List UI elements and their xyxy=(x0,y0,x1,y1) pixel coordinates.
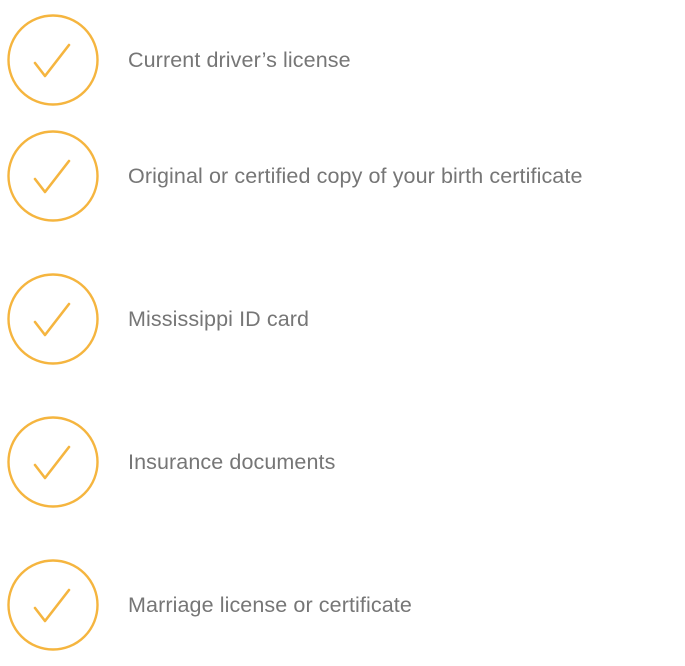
checklist-item-label: Original or certified copy of your birth… xyxy=(128,164,583,188)
checklist-item-label: Current driver’s license xyxy=(128,48,351,72)
checkmark-circle-icon xyxy=(7,273,99,365)
checkmark-circle-icon xyxy=(7,559,99,651)
checklist-item: Original or certified copy of your birth… xyxy=(7,130,685,222)
checkmark-circle-icon xyxy=(7,130,99,222)
checklist-item-label: Marriage license or certificate xyxy=(128,593,412,617)
checklist-item-label: Insurance documents xyxy=(128,450,336,474)
checklist-item: Mississippi ID card xyxy=(7,273,685,365)
checklist-item: Insurance documents xyxy=(7,416,685,508)
checklist-item-label: Mississippi ID card xyxy=(128,307,310,331)
checklist-item: Marriage license or certificate xyxy=(7,559,685,651)
checkmark-circle-icon xyxy=(7,416,99,508)
checkmark-circle-icon xyxy=(7,14,99,106)
document-checklist: Current driver’s license Original or cer… xyxy=(0,0,685,666)
checklist-item: Current driver’s license xyxy=(7,14,685,106)
